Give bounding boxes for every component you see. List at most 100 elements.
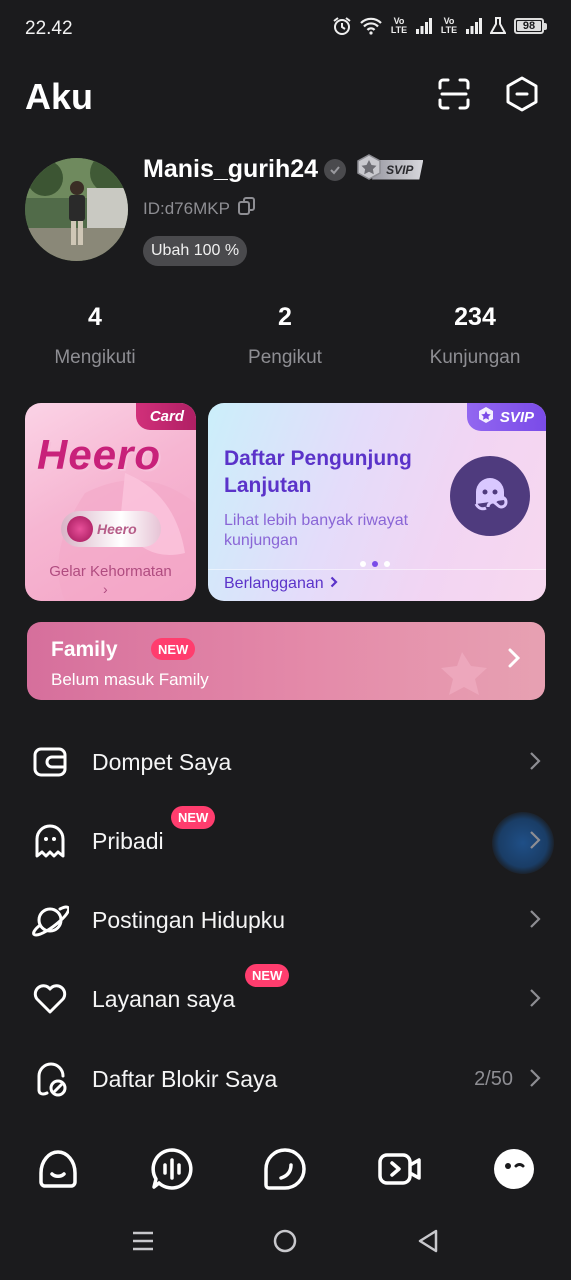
svip-visitor-card[interactable]: SVIP Daftar Pengunjung Lanjutan Lihat le…	[208, 403, 546, 601]
video-icon	[377, 1149, 423, 1194]
scan-icon	[437, 77, 471, 116]
chevron-right-icon	[330, 575, 338, 593]
ghost-icon	[30, 821, 70, 861]
subscribe-label: Berlangganan	[224, 575, 324, 592]
carousel-dot	[384, 561, 390, 567]
heero-card[interactable]: Card Heero Heero Gelar Kehormatan ›	[25, 403, 196, 601]
block-count: 2/50	[474, 1068, 513, 1090]
new-badge: NEW	[245, 964, 290, 987]
copy-icon[interactable]	[237, 197, 255, 220]
svip-card-description: Lihat lebih banyak riwayat kunjungan	[224, 512, 409, 549]
menu-item-life-posts[interactable]: Postingan Hidupku	[0, 881, 571, 959]
stat-visits[interactable]: 234 Kunjungan	[400, 303, 550, 369]
signal-icon-2	[466, 18, 482, 34]
subscribe-link[interactable]: Berlangganan	[224, 575, 338, 593]
menu-label: Layanan saya	[92, 986, 236, 1012]
stat-label: Pengikut	[248, 347, 322, 368]
status-icons: Vo LTE Vo LTE 98	[332, 16, 547, 36]
bottom-nav	[0, 1130, 571, 1210]
nav-profile[interactable]	[491, 1148, 537, 1194]
stat-following[interactable]: 4 Mengikuti	[20, 303, 170, 369]
back-triangle-icon	[416, 1228, 440, 1259]
stat-label: Mengikuti	[54, 347, 136, 368]
scan-button[interactable]	[434, 76, 474, 116]
family-title: Family	[51, 638, 118, 661]
new-badge: NEW	[171, 806, 216, 829]
heart-icon	[30, 979, 70, 1019]
signal-icon	[416, 18, 432, 34]
user-id-row: ID:d76MKP	[143, 197, 255, 220]
moment-icon	[263, 1147, 307, 1196]
battery-level: 98	[522, 20, 536, 32]
chevron-right-icon	[529, 1068, 541, 1093]
nav-chat[interactable]	[149, 1147, 195, 1196]
stat-value: 234	[454, 303, 496, 331]
wallet-icon	[30, 742, 70, 782]
username: Manis_gurih24	[143, 155, 319, 183]
flask-icon	[490, 17, 506, 35]
menu-item-block-list[interactable]: Daftar Blokir Saya 2/50	[0, 1040, 571, 1118]
page-title: Aku	[25, 76, 94, 117]
family-subtitle: Belum masuk Family	[51, 670, 209, 689]
heero-title: Heero	[37, 431, 162, 478]
chevron-right-icon	[529, 988, 541, 1013]
wifi-icon	[360, 17, 382, 35]
menu-label: Postingan Hidupku	[92, 907, 286, 933]
chevron-right-icon	[529, 909, 541, 934]
menu-label: Dompet Saya	[92, 749, 232, 775]
carousel-dot	[360, 561, 366, 567]
user-id: ID:d76MKP	[143, 198, 230, 218]
family-banner[interactable]: Family NEW Belum masuk Family	[27, 622, 545, 700]
heero-logo: Heero	[61, 511, 161, 547]
menu-item-my-services[interactable]: Layanan saya NEW	[0, 960, 571, 1038]
card-tag: Card	[135, 403, 196, 430]
avatar[interactable]	[25, 158, 128, 261]
stat-value: 4	[88, 303, 102, 331]
recents-button[interactable]	[128, 1228, 158, 1258]
planet-icon	[30, 900, 70, 940]
battery-icon: 98	[514, 18, 547, 34]
menu-label: Pribadi	[92, 828, 164, 854]
system-nav-bar	[0, 1210, 571, 1280]
chevron-right-icon	[529, 751, 541, 776]
menu-lines-icon	[131, 1230, 155, 1257]
block-user-icon	[30, 1059, 70, 1099]
svip-card-title: Daftar Pengunjung Lanjutan	[224, 447, 412, 497]
stat-label: Kunjungan	[429, 347, 521, 368]
username-row: Manis_gurih24 SVIP	[143, 154, 424, 185]
svip-badge[interactable]: SVIP	[356, 154, 424, 185]
visitor-ghost-icon	[450, 456, 530, 536]
profile-face-icon	[492, 1147, 536, 1196]
status-time: 22.42	[25, 18, 73, 39]
chevron-right-icon	[529, 830, 541, 855]
svip-crown-icon	[356, 154, 382, 185]
circle-icon	[272, 1228, 298, 1259]
svip-tag-label: SVIP	[499, 408, 534, 426]
star-decoration-icon	[441, 652, 487, 695]
svip-tag-icon	[477, 406, 495, 428]
heero-logo-text: Heero	[97, 521, 137, 537]
home-button[interactable]	[270, 1228, 300, 1258]
chevron-right-icon	[507, 647, 521, 674]
stat-value: 2	[278, 303, 292, 331]
menu-item-wallet[interactable]: Dompet Saya	[0, 723, 571, 801]
svip-divider	[208, 569, 546, 570]
edit-profile-chip[interactable]: Ubah 100 %	[143, 236, 248, 266]
voice-chat-icon	[150, 1147, 194, 1196]
menu-item-personal[interactable]: Pribadi NEW	[0, 802, 571, 880]
nav-video[interactable]	[377, 1148, 423, 1194]
back-button[interactable]	[413, 1228, 443, 1258]
heero-logo-mark-icon	[67, 516, 93, 542]
new-badge: NEW	[151, 638, 196, 660]
volte-label-2: Vo LTE	[440, 16, 458, 35]
nav-moments[interactable]	[262, 1147, 308, 1196]
settings-button[interactable]	[502, 76, 542, 116]
carousel-dot-active	[372, 561, 378, 567]
verified-check-icon	[324, 158, 347, 181]
alarm-icon	[332, 16, 352, 36]
chevron-right-icon: ›	[103, 581, 108, 597]
status-bar: 22.42 Vo LTE Vo LTE 98	[0, 0, 571, 58]
stat-followers[interactable]: 2 Pengikut	[210, 303, 360, 369]
menu-label: Daftar Blokir Saya	[92, 1066, 278, 1092]
nav-home[interactable]	[35, 1148, 81, 1194]
